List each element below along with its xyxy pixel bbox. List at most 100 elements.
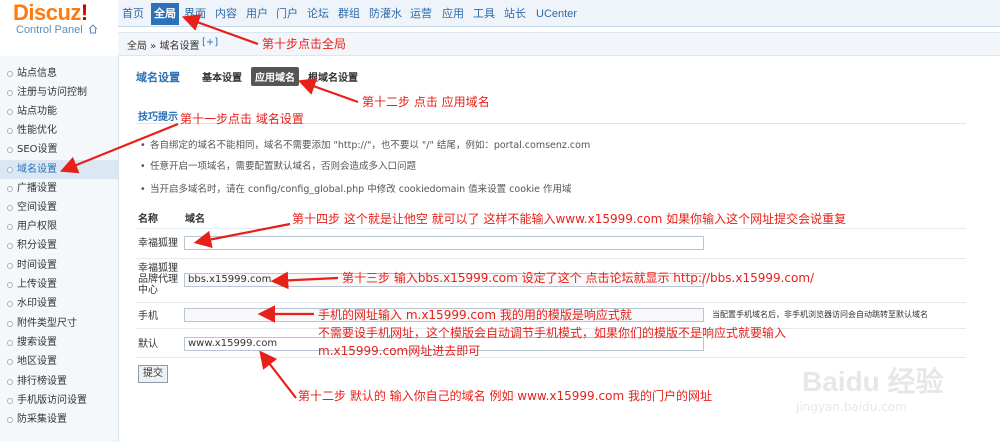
sidebar-item-domain[interactable]: 域名设置 bbox=[0, 160, 118, 179]
nav-operations[interactable]: 运营 bbox=[410, 4, 432, 24]
mobile-hint: 当配置手机域名后，非手机浏览器访问会自动跳转至默认域名 bbox=[712, 310, 928, 319]
bullet-icon bbox=[7, 282, 13, 288]
sidebar-item-time[interactable]: 时间设置 bbox=[0, 256, 118, 275]
nav-interface[interactable]: 界面 bbox=[184, 4, 206, 24]
tip-item: • 当开启多域名时，请在 config/config_global.php 中修改… bbox=[140, 184, 572, 195]
sidebar-item-seo[interactable]: SEO设置 bbox=[0, 140, 118, 159]
tab-app-domain[interactable]: 应用域名 bbox=[251, 67, 299, 86]
breadcrumb-path[interactable]: 全局 » 域名设置 bbox=[127, 37, 199, 52]
bullet-icon bbox=[7, 379, 13, 385]
sidebar-item-register[interactable]: 注册与访问控制 bbox=[0, 83, 118, 102]
breadcrumb: 全局 » 域名设置 [+] bbox=[118, 32, 1000, 56]
sidebar-item-label: 手机版访问设置 bbox=[17, 395, 87, 406]
sidebar-item-label: 注册与访问控制 bbox=[17, 87, 87, 98]
add-shortcut-button[interactable]: [+] bbox=[202, 37, 218, 48]
page-title: 域名设置 bbox=[136, 71, 180, 84]
sidebar-item-label: 站点功能 bbox=[17, 106, 57, 117]
submit-button[interactable]: 提交 bbox=[138, 365, 168, 383]
bullet-icon bbox=[7, 186, 13, 192]
bullet-icon bbox=[7, 340, 13, 346]
nav-global[interactable]: 全局 bbox=[151, 3, 179, 25]
domain-field-happy-fox[interactable] bbox=[184, 236, 704, 250]
bullet-icon bbox=[7, 167, 13, 173]
annotation-step12a: 第十二步 点击 应用域名 bbox=[362, 95, 490, 109]
bullet-icon bbox=[7, 128, 13, 134]
nav-tools[interactable]: 工具 bbox=[473, 4, 495, 24]
annotation-mobile-1: 手机的网址输入 m.x15999.com 我的用的模版是响应式就 bbox=[318, 308, 632, 322]
sidebar-item-label: 积分设置 bbox=[17, 240, 57, 251]
sidebar-item-upload[interactable]: 上传设置 bbox=[0, 275, 118, 294]
annotation-step12b: 第十二步 默认的 输入你自己的域名 例如 www.x15999.com 我的门户… bbox=[298, 389, 712, 403]
column-name: 名称 bbox=[138, 214, 158, 225]
annotation-step11: 第十一步点击 域名设置 bbox=[180, 112, 304, 126]
brand-logo: Discuz! bbox=[13, 0, 88, 25]
sidebar-item-region[interactable]: 地区设置 bbox=[0, 352, 118, 371]
nav-forum[interactable]: 论坛 bbox=[307, 4, 329, 24]
sidebar-item-label: 防采集设置 bbox=[17, 414, 67, 425]
bullet-icon bbox=[7, 243, 13, 249]
bullet-icon bbox=[7, 109, 13, 115]
sidebar-item-label: 域名设置 bbox=[17, 164, 57, 175]
sidebar-item-label: 站点信息 bbox=[17, 68, 57, 79]
nav-webmaster[interactable]: 站长 bbox=[504, 4, 526, 24]
sidebar-item-permissions[interactable]: 用户权限 bbox=[0, 217, 118, 236]
bullet-icon bbox=[7, 301, 13, 307]
top-navigation: 首页 全局 界面 内容 用户 门户 论坛 群组 防灌水 运营 应用 工具 站长 … bbox=[118, 0, 1000, 27]
annotation-mobile-2: 不需要设手机网址，这个模版会自动调节手机模式，如果你们的模版不是响应式就要输入 bbox=[318, 326, 787, 340]
bullet-icon bbox=[7, 398, 13, 404]
annotation-step10: 第十步点击全局 bbox=[262, 37, 347, 51]
sidebar: 站点信息 注册与访问控制 站点功能 性能优化 SEO设置 域名设置 广播设置 空… bbox=[0, 56, 119, 442]
nav-portal[interactable]: 门户 bbox=[276, 4, 298, 24]
tips-title: 技巧提示 bbox=[138, 112, 178, 123]
sidebar-item-credits[interactable]: 积分设置 bbox=[0, 236, 118, 255]
bullet-icon bbox=[7, 417, 13, 423]
nav-ucenter[interactable]: UCenter bbox=[536, 4, 577, 24]
sidebar-item-label: SEO设置 bbox=[17, 144, 58, 155]
sidebar-item-label: 地区设置 bbox=[17, 356, 57, 367]
sidebar-item-label: 搜索设置 bbox=[17, 337, 57, 348]
sidebar-item-label: 时间设置 bbox=[17, 260, 57, 271]
divider bbox=[136, 258, 966, 259]
annotation-step13: 第十三步 输入bbs.x15999.com 设定了这个 点击论坛就显示 http… bbox=[342, 271, 815, 285]
sidebar-item-anti-scrape[interactable]: 防采集设置 bbox=[0, 410, 118, 429]
nav-anti-spam[interactable]: 防灌水 bbox=[369, 4, 402, 24]
home-icon[interactable] bbox=[88, 24, 98, 34]
sidebar-item-features[interactable]: 站点功能 bbox=[0, 102, 118, 121]
sidebar-item-ranking[interactable]: 排行榜设置 bbox=[0, 372, 118, 391]
bullet-icon bbox=[7, 205, 13, 211]
sidebar-item-attachments[interactable]: 附件类型尺寸 bbox=[0, 314, 118, 333]
sidebar-item-label: 上传设置 bbox=[17, 279, 57, 290]
logo[interactable]: Discuz! Control Panel bbox=[0, 0, 118, 50]
sidebar-item-label: 广播设置 bbox=[17, 183, 57, 194]
nav-groups[interactable]: 群组 bbox=[338, 4, 360, 24]
sidebar-item-broadcast[interactable]: 广播设置 bbox=[0, 179, 118, 198]
sidebar-item-mobile[interactable]: 手机版访问设置 bbox=[0, 391, 118, 410]
nav-users[interactable]: 用户 bbox=[246, 4, 268, 24]
row-label: 幸福狐狸 bbox=[138, 238, 178, 249]
sidebar-item-space[interactable]: 空间设置 bbox=[0, 198, 118, 217]
sidebar-item-label: 空间设置 bbox=[17, 202, 57, 213]
watermark-url: jingyan.baidu.com bbox=[796, 400, 907, 414]
nav-home[interactable]: 首页 bbox=[122, 4, 144, 24]
control-panel-label: Control Panel bbox=[16, 24, 83, 36]
sidebar-item-site-info[interactable]: 站点信息 bbox=[0, 64, 118, 83]
baidu-watermark: Baidu 经验 jingyan.baidu.com bbox=[782, 360, 982, 420]
bullet-icon bbox=[7, 147, 13, 153]
column-domain: 域名 bbox=[185, 214, 205, 225]
bullet-icon bbox=[7, 321, 13, 327]
sidebar-item-label: 排行榜设置 bbox=[17, 376, 67, 387]
tab-basic-settings[interactable]: 基本设置 bbox=[202, 69, 242, 84]
divider bbox=[136, 228, 966, 229]
bullet-icon bbox=[7, 263, 13, 269]
sidebar-item-search[interactable]: 搜索设置 bbox=[0, 333, 118, 352]
tab-root-domain[interactable]: 根域名设置 bbox=[308, 69, 358, 84]
sidebar-item-performance[interactable]: 性能优化 bbox=[0, 121, 118, 140]
sidebar-item-watermark[interactable]: 水印设置 bbox=[0, 294, 118, 313]
bullet-icon bbox=[7, 359, 13, 365]
sidebar-item-label: 水印设置 bbox=[17, 298, 57, 309]
annotation-step14: 第十四步 这个就是让他空 就可以了 这样不能输入www.x15999.com 如… bbox=[292, 212, 847, 226]
sidebar-item-label: 用户权限 bbox=[17, 221, 57, 232]
sidebar-item-label: 附件类型尺寸 bbox=[17, 318, 77, 329]
nav-content[interactable]: 内容 bbox=[215, 4, 237, 24]
nav-apps[interactable]: 应用 bbox=[442, 4, 464, 24]
